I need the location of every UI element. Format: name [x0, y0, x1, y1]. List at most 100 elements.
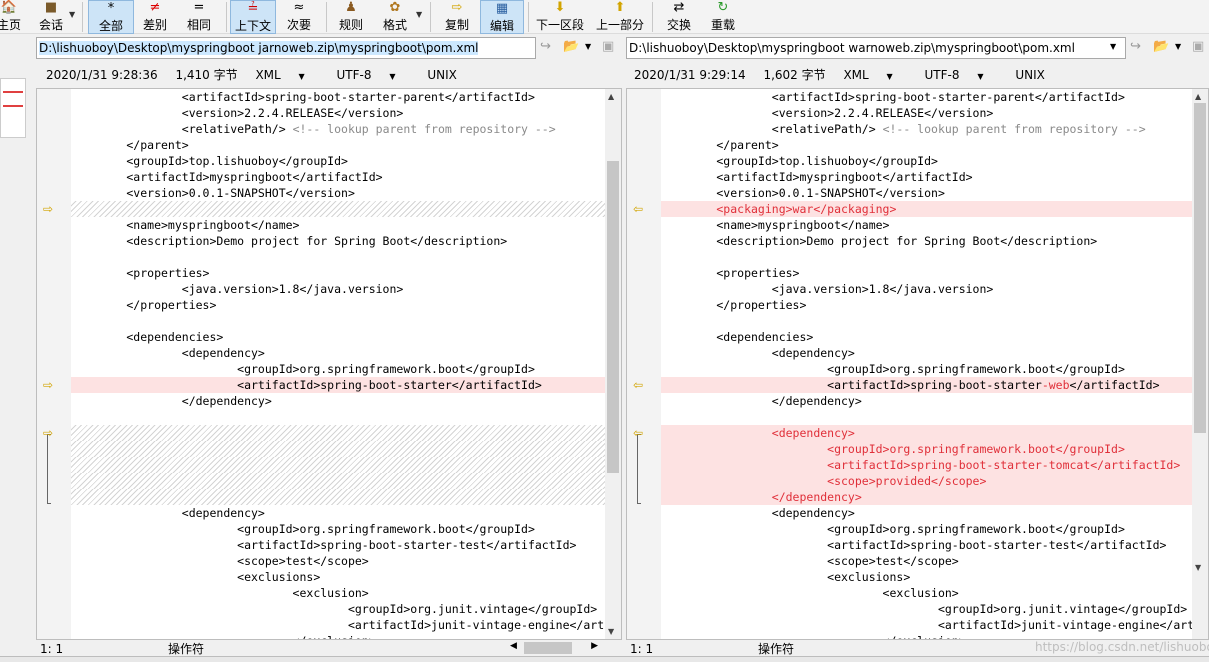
code-line[interactable]: </dependency>: [661, 489, 1192, 505]
left-folder-dropdown-icon[interactable]: ▼: [585, 37, 591, 57]
code-line[interactable]: [71, 313, 605, 329]
code-line[interactable]: [71, 489, 605, 505]
code-line[interactable]: </exclusion>: [661, 633, 1192, 639]
copy-button[interactable]: ⇨ 复制: [440, 0, 474, 34]
left-code-area[interactable]: <artifactId>spring-boot-starter-parent</…: [71, 89, 605, 639]
copy-left-arrow-icon[interactable]: ⇦: [633, 427, 647, 439]
left-eol[interactable]: UNIX: [427, 66, 457, 84]
code-line[interactable]: </parent>: [661, 137, 1192, 153]
format-button[interactable]: ✿ 格式: [378, 0, 412, 34]
filter-same-button[interactable]: = 相同: [182, 0, 216, 34]
home-button[interactable]: 🏠 主页: [0, 0, 22, 34]
code-line[interactable]: <dependencies>: [661, 329, 1192, 345]
scroll-down-icon[interactable]: ▼: [608, 627, 614, 636]
right-eol[interactable]: UNIX: [1015, 66, 1045, 84]
code-line[interactable]: <artifactId>myspringboot</artifactId>: [71, 169, 605, 185]
left-encoding[interactable]: UTF-8 ▼: [337, 66, 410, 86]
code-line[interactable]: <scope>test</scope>: [71, 553, 605, 569]
scroll-left-icon[interactable]: ◀: [510, 641, 517, 651]
copy-right-arrow-icon[interactable]: ⇨: [43, 203, 57, 215]
session-dropdown-icon[interactable]: ▼: [69, 10, 75, 19]
code-line[interactable]: [71, 249, 605, 265]
right-code-area[interactable]: <artifactId>spring-boot-starter-parent</…: [661, 89, 1192, 639]
left-scroll-thumb[interactable]: [607, 161, 619, 473]
right-format[interactable]: XML ▼: [843, 66, 906, 86]
code-line[interactable]: <artifactId>spring-boot-starter-test</ar…: [71, 537, 605, 553]
code-line[interactable]: <name>myspringboot</name>: [71, 217, 605, 233]
code-line[interactable]: </properties>: [661, 297, 1192, 313]
code-line[interactable]: <description>Demo project for Spring Boo…: [71, 233, 605, 249]
code-line[interactable]: <dependency>: [71, 345, 605, 361]
code-line[interactable]: </dependency>: [71, 393, 605, 409]
scroll-up-icon[interactable]: ▲: [608, 92, 614, 101]
code-line[interactable]: <packaging>war</packaging>: [661, 201, 1192, 217]
code-line[interactable]: [661, 409, 1192, 425]
code-line[interactable]: [661, 249, 1192, 265]
code-line[interactable]: <dependency>: [661, 425, 1192, 441]
copy-right-arrow-icon[interactable]: ⇨: [43, 379, 57, 391]
code-line[interactable]: </exclusion>: [71, 633, 605, 639]
right-vertical-scrollbar[interactable]: ▲ ▼: [1192, 89, 1208, 639]
code-line[interactable]: [71, 441, 605, 457]
code-line[interactable]: [71, 425, 605, 441]
code-line[interactable]: <artifactId>spring-boot-starter-test</ar…: [661, 537, 1192, 553]
code-line[interactable]: <description>Demo project for Spring Boo…: [661, 233, 1192, 249]
code-line[interactable]: <artifactId>spring-boot-starter-web</art…: [661, 377, 1192, 393]
left-folder-icon[interactable]: 📂: [563, 37, 579, 57]
code-line[interactable]: <relativePath/> <!-- lookup parent from …: [71, 121, 605, 137]
code-line[interactable]: <exclusion>: [661, 585, 1192, 601]
left-horizontal-scrollbar[interactable]: ◀ ▶: [506, 640, 602, 656]
overview-thumbnail[interactable]: [0, 78, 26, 138]
code-line[interactable]: <scope>test</scope>: [661, 553, 1192, 569]
code-line[interactable]: [71, 473, 605, 489]
reload-button[interactable]: ↻ 重载: [706, 0, 740, 34]
right-path-dropdown-icon[interactable]: ▼: [1110, 37, 1116, 57]
code-line[interactable]: <exclusions>: [661, 569, 1192, 585]
code-line[interactable]: <groupId>org.springframework.boot</group…: [71, 521, 605, 537]
code-line[interactable]: <dependencies>: [71, 329, 605, 345]
code-line[interactable]: <artifactId>junit-vintage-engine</artifa…: [661, 617, 1192, 633]
code-line[interactable]: <exclusion>: [71, 585, 605, 601]
code-line[interactable]: <groupId>org.springframework.boot</group…: [661, 441, 1192, 457]
left-hscroll-thumb[interactable]: [524, 642, 572, 654]
code-line[interactable]: <groupId>org.junit.vintage</groupId>: [661, 601, 1192, 617]
scroll-right-icon[interactable]: ▶: [591, 641, 598, 651]
code-line[interactable]: <groupId>org.springframework.boot</group…: [71, 361, 605, 377]
right-save-icon[interactable]: ▣: [1192, 37, 1204, 57]
left-path-field[interactable]: D:\lishuoboy\Desktop\myspringboot jarnow…: [36, 37, 536, 59]
code-line[interactable]: <properties>: [71, 265, 605, 281]
code-line[interactable]: [71, 457, 605, 473]
left-save-icon[interactable]: ▣: [602, 37, 614, 57]
code-line[interactable]: <groupId>top.lishuoboy</groupId>: [661, 153, 1192, 169]
code-line[interactable]: <relativePath/> <!-- lookup parent from …: [661, 121, 1192, 137]
swap-button[interactable]: ⇄ 交换: [662, 0, 696, 34]
right-sync-icon[interactable]: ↪: [1130, 37, 1141, 57]
right-path-field[interactable]: D:\lishuoboy\Desktop\myspringboot warnow…: [626, 37, 1126, 59]
next-section-button[interactable]: ⬇ 下一区段: [534, 0, 586, 34]
left-format[interactable]: XML ▼: [255, 66, 318, 86]
code-line[interactable]: <groupId>top.lishuoboy</groupId>: [71, 153, 605, 169]
right-editor-pane[interactable]: ⇦ ⇦ ⇦ <artifactId>spring-boot-starter-pare…: [626, 88, 1209, 640]
code-line[interactable]: [71, 201, 605, 217]
left-sync-icon[interactable]: ↪: [540, 37, 551, 57]
code-line[interactable]: <version>0.0.1-SNAPSHOT</version>: [661, 185, 1192, 201]
filter-all-button[interactable]: * 全部: [88, 0, 134, 34]
code-line[interactable]: <scope>provided</scope>: [661, 473, 1192, 489]
code-line[interactable]: <version>2.2.4.RELEASE</version>: [661, 105, 1192, 121]
copy-left-arrow-icon[interactable]: ⇦: [633, 203, 647, 215]
session-button[interactable]: ■ 会话: [34, 0, 68, 34]
code-line[interactable]: <groupId>org.springframework.boot</group…: [661, 521, 1192, 537]
code-line[interactable]: <artifactId>spring-boot-starter-parent</…: [661, 89, 1192, 105]
rules-button[interactable]: ♟ 规则: [334, 0, 368, 34]
code-line[interactable]: <version>0.0.1-SNAPSHOT</version>: [71, 185, 605, 201]
left-vertical-scrollbar[interactable]: ▲ ▼: [605, 89, 621, 639]
code-line[interactable]: <properties>: [661, 265, 1192, 281]
code-line[interactable]: <artifactId>junit-vintage-engine</artifa…: [71, 617, 605, 633]
scroll-down-icon[interactable]: ▼: [1195, 563, 1201, 572]
edit-button[interactable]: ▦ 编辑: [480, 0, 524, 34]
code-line[interactable]: <exclusions>: [71, 569, 605, 585]
code-line[interactable]: </parent>: [71, 137, 605, 153]
right-folder-icon[interactable]: 📂: [1153, 37, 1169, 57]
right-encoding[interactable]: UTF-8 ▼: [925, 66, 998, 86]
code-line[interactable]: <java.version>1.8</java.version>: [661, 281, 1192, 297]
